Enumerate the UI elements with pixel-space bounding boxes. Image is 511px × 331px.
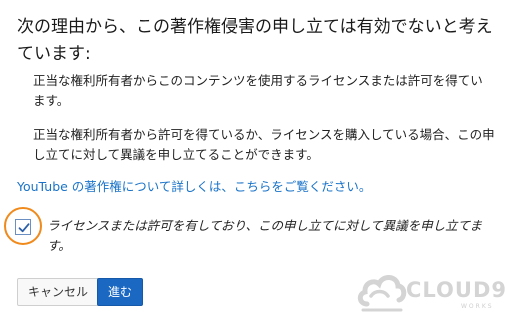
copyright-learn-more-link[interactable]: YouTube の著作権について詳しくは、こちらをご覧ください。 bbox=[17, 176, 371, 195]
watermark-text: CLOUD9 bbox=[406, 278, 507, 302]
check-icon bbox=[18, 223, 30, 233]
next-button[interactable]: 進む bbox=[97, 278, 144, 306]
reason-text-license: 正当な権利所有者からこのコンテンツを使用するライセンスまたは許可を得ています。 bbox=[33, 73, 483, 108]
cloud-logo-icon bbox=[357, 275, 407, 312]
acknowledgement-checkbox[interactable] bbox=[15, 219, 31, 235]
cancel-button[interactable]: キャンセル bbox=[17, 278, 100, 306]
watermark: CLOUD9 WORKS bbox=[357, 266, 507, 316]
acknowledgement-label: ライセンスまたは許可を有しており、この申し立てに対して異議を申し立てます。 bbox=[47, 218, 483, 253]
watermark-subtext: WORKS bbox=[461, 303, 494, 310]
dialog-heading: 次の理由から、この著作権侵害の申し立ては有効でないと考えています: bbox=[17, 17, 493, 64]
reason-text-dispute-info: 正当な権利所有者から許可を得ているか、ライセンスを購入している場合、この申し立て… bbox=[33, 127, 495, 162]
